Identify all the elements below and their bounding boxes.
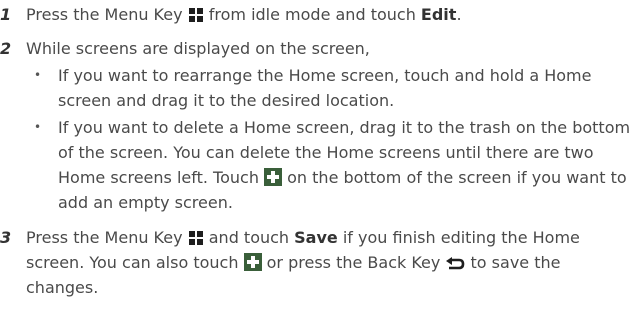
step-text: Press the Menu Key and touch Save if you… bbox=[26, 228, 580, 297]
add-screen-icon bbox=[264, 168, 283, 186]
add-screen-icon bbox=[243, 253, 262, 271]
menu-key-icon bbox=[188, 231, 203, 245]
bullet-text: If you want to delete a Home screen, dra… bbox=[58, 118, 631, 212]
step-text: While screens are displayed on the scree… bbox=[26, 39, 370, 58]
instruction-page: 1 Press the Menu Key from idle mode and … bbox=[0, 0, 639, 309]
save-label: Save bbox=[294, 228, 338, 247]
menu-key-icon bbox=[188, 8, 203, 22]
bullet-marker: • bbox=[34, 120, 42, 134]
step-text: Press the Menu Key from idle mode and to… bbox=[26, 5, 462, 24]
edit-label: Edit bbox=[420, 5, 457, 24]
step-number: 1 bbox=[0, 5, 12, 24]
bullet-text: If you want to rearrange the Home screen… bbox=[58, 66, 592, 110]
bullet-marker: • bbox=[34, 68, 42, 82]
step-number: 3 bbox=[0, 228, 12, 247]
step-number: 2 bbox=[0, 39, 12, 58]
back-key-icon bbox=[446, 257, 465, 270]
